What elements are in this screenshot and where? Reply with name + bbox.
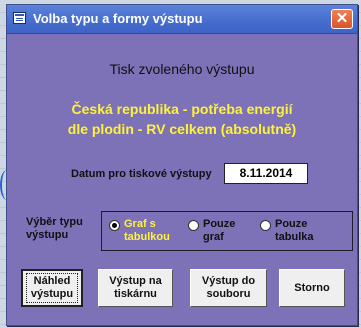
output-type-label-line1: Výběr typu [26,216,83,228]
cancel-button[interactable]: Storno [279,269,345,307]
radio-label[interactable]: Graf s tabulkou [124,218,174,244]
output-dialog: Volba typu a formy výstupu ✕ Tisk zvolen… [6,4,358,326]
close-button[interactable]: ✕ [331,9,353,29]
preview-button[interactable]: Náhled výstupu [21,269,83,307]
radio-indicator[interactable] [260,220,271,231]
date-label: Datum pro tiskové výstupy [71,168,212,180]
output-type-label-line2: výstupu [26,229,69,241]
title-bar[interactable]: Volba typu a formy výstupu ✕ [7,5,357,34]
page-title: Tisk zvoleného výstupu [109,61,255,77]
radio-label[interactable]: Pouze tabulka [275,218,325,244]
print-button[interactable]: Výstup na tiskárnu [98,269,173,307]
form-icon [13,12,26,24]
radio-indicator[interactable] [188,220,199,231]
output-type-label: Výběr typu výstupu [26,216,96,242]
date-field[interactable]: 8.11.2014 [224,163,308,184]
report-subtitle-line1: Česká republika - potřeba energií [71,101,293,117]
radio-label[interactable]: Pouze graf [203,218,253,244]
report-subtitle-line2: dle plodin - RV celkem (absolutně) [67,121,297,137]
window-title: Volba typu a formy výstupu [33,11,203,26]
export-file-button[interactable]: Výstup do souboru [190,269,267,307]
radio-indicator[interactable] [109,220,120,231]
